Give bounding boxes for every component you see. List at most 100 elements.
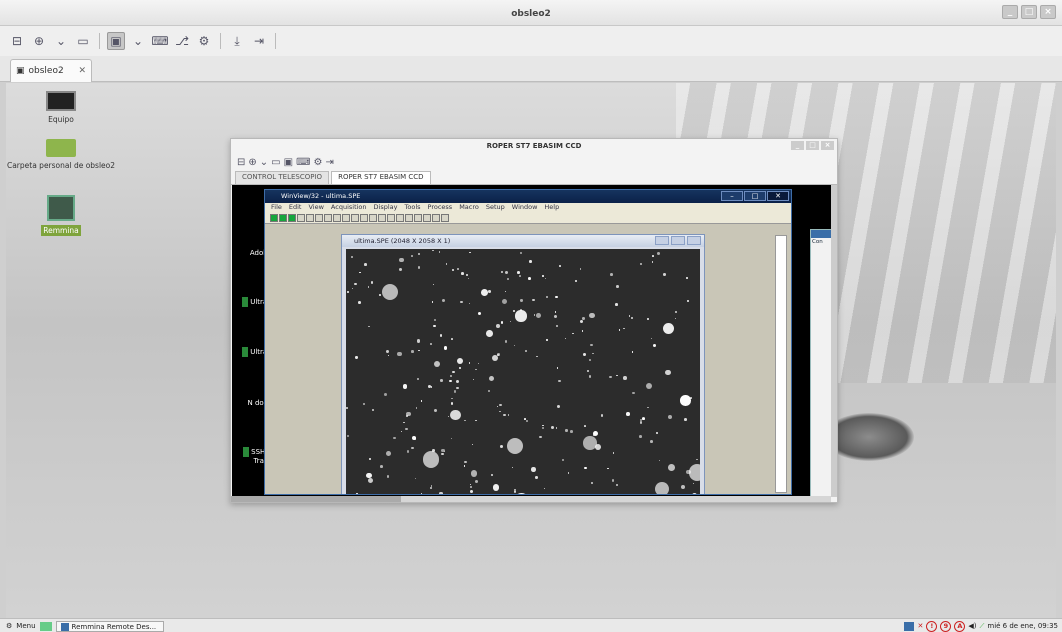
close-icon[interactable]: ✕ xyxy=(78,66,86,76)
tool-icon[interactable] xyxy=(306,214,314,222)
chevron-down-icon[interactable]: ⌄ xyxy=(129,32,147,50)
tool-icon[interactable] xyxy=(324,214,332,222)
menu-view[interactable]: View xyxy=(308,203,323,213)
side-panel[interactable]: Con xyxy=(810,229,832,497)
star xyxy=(506,438,524,455)
maximize-button[interactable]: □ xyxy=(806,141,819,150)
ctrl-alt-del-icon[interactable]: ⎇ xyxy=(173,32,191,50)
keyboard-icon[interactable]: ⌨ xyxy=(296,157,310,168)
menu-file[interactable]: File xyxy=(271,203,282,213)
minimize-button[interactable] xyxy=(655,236,669,245)
minimize-button[interactable]: – xyxy=(721,191,743,201)
tab-obsleo2[interactable]: ▣ obsleo2 ✕ xyxy=(10,59,92,82)
tool-icon[interactable] xyxy=(432,214,440,222)
scale-icon[interactable]: ⊕ xyxy=(30,32,48,50)
show-desktop-icon[interactable] xyxy=(39,621,52,631)
menu-tools[interactable]: Tools xyxy=(405,203,421,213)
scale-icon[interactable]: ⊕ xyxy=(248,157,256,168)
desktop-icon-home[interactable]: Carpeta personal de obsleo2 xyxy=(6,139,116,170)
input-method-badge[interactable]: A xyxy=(954,620,966,632)
tool-icon[interactable] xyxy=(297,214,305,222)
menu-button[interactable]: Menu xyxy=(16,622,35,630)
star xyxy=(561,459,564,462)
maximize-button[interactable]: □ xyxy=(744,191,766,201)
tool-icon[interactable] xyxy=(378,214,386,222)
star xyxy=(532,298,535,302)
tool-icon[interactable] xyxy=(369,214,377,222)
ccd-image[interactable] xyxy=(346,249,700,494)
remote-remmina-window[interactable]: ROPER ST7 EBASIM CCD _ □ × ⊟ ⊕ ⌄ ▭ ▣ ⌨ ⚙… xyxy=(230,138,838,503)
keyboard-icon[interactable]: ⌨ xyxy=(151,32,169,50)
tool-icon[interactable] xyxy=(396,214,404,222)
horizontal-scrollbar[interactable] xyxy=(231,496,831,502)
chevron-down-icon[interactable]: ⌄ xyxy=(260,157,268,168)
tool-icon[interactable] xyxy=(441,214,449,222)
tool-icon[interactable] xyxy=(342,214,350,222)
menu-acquisition[interactable]: Acquisition xyxy=(331,203,367,213)
menu-display[interactable]: Display xyxy=(374,203,398,213)
vertical-scrollbar[interactable] xyxy=(775,235,787,493)
close-button[interactable]: ✕ xyxy=(767,191,789,201)
disconnect-icon[interactable]: ⇥ xyxy=(325,157,333,168)
tool-icon[interactable] xyxy=(315,214,323,222)
taskbar-task-remmina[interactable]: Remmina Remote Des... xyxy=(55,620,164,632)
image-window[interactable]: ultima.SPE (2048 X 2058 X 1) xyxy=(341,234,705,494)
clock[interactable]: mié 6 de ene, 09:35 xyxy=(987,622,1058,630)
acquire-icon[interactable] xyxy=(270,214,278,222)
tool-icon[interactable] xyxy=(351,214,359,222)
winview-toolbar xyxy=(265,213,791,224)
window-icon[interactable]: ▭ xyxy=(74,32,92,50)
tool-icon[interactable] xyxy=(333,214,341,222)
tool-icon[interactable] xyxy=(360,214,368,222)
run-icon[interactable] xyxy=(288,214,296,222)
remote-window-title: ROPER ST7 EBASIM CCD xyxy=(486,142,582,150)
desktop-icon-remmina[interactable]: Remmina xyxy=(6,195,116,236)
menu-process[interactable]: Process xyxy=(428,203,453,213)
menu-setup[interactable]: Setup xyxy=(486,203,505,213)
settings-icon[interactable]: ⚙ xyxy=(314,157,323,168)
tool-icon[interactable] xyxy=(405,214,413,222)
star xyxy=(449,379,453,383)
menu-macro[interactable]: Macro xyxy=(459,203,479,213)
notification-badge[interactable]: ! xyxy=(926,620,938,632)
remote-desktop[interactable]: Equipo Carpeta personal de obsleo2 Remmi… xyxy=(6,83,1056,618)
chevron-down-icon[interactable]: ⌄ xyxy=(52,32,70,50)
close-button[interactable]: × xyxy=(1040,5,1056,19)
wifi-icon[interactable]: ⟋ xyxy=(979,622,984,631)
winview-window[interactable]: WinView/32 - ultima.SPE – □ ✕ File Edit … xyxy=(264,189,792,495)
tool-icon[interactable] xyxy=(423,214,431,222)
disconnect-icon[interactable]: ⇥ xyxy=(250,32,268,50)
tool-icon[interactable] xyxy=(387,214,395,222)
tool-icon[interactable] xyxy=(414,214,422,222)
fullscreen-icon[interactable]: ⊟ xyxy=(237,157,245,168)
settings-icon[interactable]: ⚙ xyxy=(195,32,213,50)
menu-edit[interactable]: Edit xyxy=(289,203,302,213)
star xyxy=(420,493,423,494)
minimize-button[interactable]: _ xyxy=(1002,5,1018,19)
menu-help[interactable]: Help xyxy=(544,203,559,213)
window-icon[interactable]: ▭ xyxy=(271,157,280,168)
alert-x-icon[interactable]: ✕ xyxy=(917,622,923,630)
tab-control-telescopio[interactable]: CONTROL TELESCOPIO xyxy=(235,171,330,184)
minimize-button[interactable]: _ xyxy=(791,141,804,150)
network-icon[interactable] xyxy=(904,621,915,631)
star xyxy=(456,380,460,384)
menu-window[interactable]: Window xyxy=(512,203,538,213)
fullscreen-icon[interactable]: ⊟ xyxy=(8,32,26,50)
updates-badge[interactable]: 9 xyxy=(940,620,952,632)
close-button[interactable] xyxy=(687,236,701,245)
volume-icon[interactable]: ◀) xyxy=(968,622,976,630)
menu-gear-icon[interactable]: ⚙ xyxy=(6,622,12,630)
tab-roper-ccd[interactable]: ROPER ST7 EBASIM CCD xyxy=(331,171,431,184)
close-button[interactable]: × xyxy=(821,141,834,150)
scrollbar-thumb[interactable] xyxy=(231,496,401,502)
screenshot-icon[interactable]: ▣ xyxy=(284,157,293,168)
focus-icon[interactable] xyxy=(279,214,287,222)
maximize-button[interactable] xyxy=(671,236,685,245)
screenshot-icon[interactable]: ▣ xyxy=(107,32,125,50)
maximize-button[interactable]: □ xyxy=(1021,5,1037,19)
minimize-icon[interactable]: ⤓ xyxy=(228,32,246,50)
desktop-icon-equipo[interactable]: Equipo xyxy=(6,91,116,124)
vertical-scrollbar[interactable] xyxy=(831,185,837,497)
remote-screen[interactable]: Sc Adobe UltraV UltraV N docu SSH S Tran… xyxy=(232,185,832,497)
